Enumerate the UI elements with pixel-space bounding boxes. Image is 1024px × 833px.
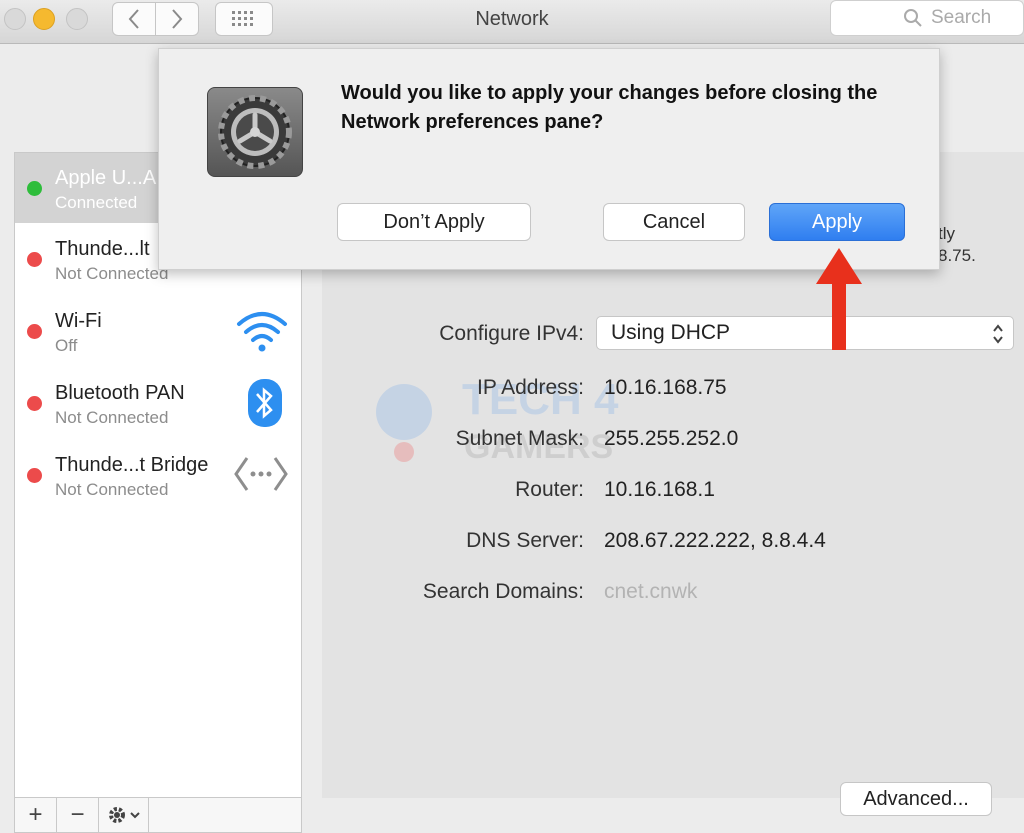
service-item-wifi[interactable]: Wi-Fi Off	[15, 296, 301, 366]
service-item-bluetooth-pan[interactable]: Bluetooth PAN Not Connected	[15, 368, 301, 438]
chevron-updown-icon	[993, 324, 1003, 344]
status-dot-disconnected	[27, 396, 42, 411]
service-name: Thunde...lt	[55, 238, 150, 260]
search-icon	[904, 9, 922, 27]
ethernet-arrows-icon	[234, 457, 288, 491]
apply-button[interactable]: Apply	[769, 203, 905, 241]
system-preferences-gear-icon	[207, 87, 303, 177]
dns-server-label: DNS Server:	[466, 529, 584, 552]
bluetooth-icon	[248, 379, 282, 427]
search-domains-label: Search Domains:	[422, 580, 584, 603]
router-label: Router:	[515, 478, 584, 501]
search-domains-value: cnet.cnwk	[604, 580, 698, 603]
status-dot-disconnected	[27, 468, 42, 483]
annotation-arrow-icon	[816, 248, 862, 350]
service-name: Bluetooth PAN	[55, 382, 185, 404]
subnet-mask-value: 255.255.252.0	[604, 427, 739, 450]
dont-apply-button[interactable]: Don’t Apply	[337, 203, 531, 241]
status-dot-connected	[27, 181, 42, 196]
service-name: Wi-Fi	[55, 310, 102, 332]
add-service-button[interactable]: +	[15, 798, 57, 832]
service-status: Not Connected	[55, 264, 169, 283]
dialog-message: Would you like to apply your changes bef…	[341, 82, 878, 133]
status-dot-disconnected	[27, 252, 42, 267]
service-name: Thunde...t Bridge	[55, 454, 209, 476]
service-status: Connected	[55, 193, 138, 212]
title-bar: Network Search	[0, 0, 1024, 44]
service-name: Apple U...A	[55, 167, 157, 189]
configure-ipv4-value: Using DHCP	[611, 321, 731, 344]
service-item-thunderbolt-bridge[interactable]: Thunde...t Bridge Not Connected	[15, 440, 301, 510]
advanced-button[interactable]: Advanced...	[840, 782, 992, 816]
cancel-button[interactable]: Cancel	[603, 203, 745, 241]
configure-ipv4-select[interactable]: Using DHCP	[596, 316, 1014, 350]
dns-server-value: 208.67.222.222, 8.8.4.4	[604, 529, 826, 552]
remove-service-button[interactable]: −	[57, 798, 99, 832]
subnet-mask-label: Subnet Mask:	[455, 427, 584, 450]
search-placeholder: Search	[931, 7, 992, 28]
service-actions-button[interactable]	[99, 798, 149, 832]
status-text-partial: 8.75.	[938, 246, 976, 265]
gear-icon	[108, 807, 140, 823]
status-text-partial: tly	[938, 224, 955, 243]
apply-changes-dialog: Would you like to apply your changes bef…	[158, 48, 940, 270]
configure-ipv4-label: Configure IPv4:	[439, 322, 584, 345]
wifi-icon	[237, 312, 287, 352]
search-input[interactable]: Search	[830, 0, 1024, 36]
service-status: Not Connected	[55, 480, 169, 499]
ip-address-value: 10.16.168.75	[604, 376, 727, 399]
sidebar-toolbar: + −	[14, 797, 302, 833]
status-dot-disconnected	[27, 324, 42, 339]
ip-address-label: IP Address:	[476, 376, 584, 399]
service-status: Off	[55, 336, 78, 355]
service-status: Not Connected	[55, 408, 169, 427]
router-value: 10.16.168.1	[604, 478, 715, 501]
